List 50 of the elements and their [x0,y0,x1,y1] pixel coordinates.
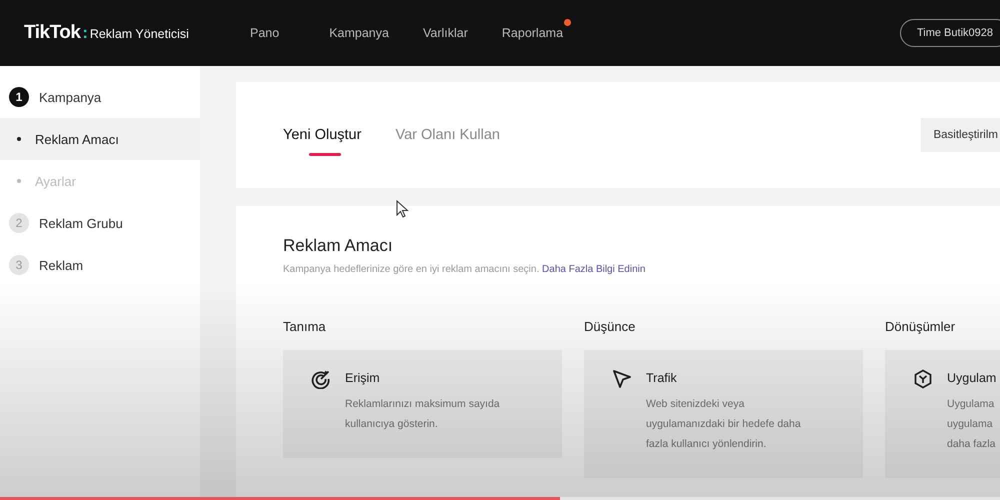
objective-option[interactable]: Uygulam Uygulama uygulama daha fazla [885,350,1000,478]
nav-link[interactable]: Raporlama [502,26,564,40]
bullet-icon [17,179,21,183]
nav-link[interactable]: Pano [250,26,280,40]
section-title: Reklam Amacı [283,236,394,256]
option-description: kullanıcıya gösterin. [345,417,439,432]
group-heading: Tanıma [283,319,327,334]
option-description: uygulama [947,417,994,432]
section-description: Kampanya hedeflerinize göre en iyi reklam amacını seçin. [283,264,540,275]
video-progress-bar[interactable] [0,497,1000,500]
pointer-icon [612,369,632,389]
option-description: fazla kullanıcı yönlendirin. [646,437,768,452]
option-title: Trafik [646,371,678,385]
mode-button[interactable]: Basitleştirilm [921,118,1000,152]
nav-link[interactable]: Varlıklar [422,26,468,40]
substep-label: Reklam Amacı [35,132,119,146]
step-number: 1 [9,87,29,107]
nav-link[interactable]: Kampanya [329,26,389,40]
group-heading: Düşünce [584,319,636,334]
substep-item[interactable]: Reklam Amacı [0,118,200,160]
option-description: Web sitenizdeki veya [646,397,746,412]
option-title: Uygulam [947,371,996,385]
option-description: Reklamlarınızı maksimum sayıda [345,397,500,412]
option-title: Erişim [345,371,381,385]
step-label: Reklam [39,258,84,272]
step-number: 3 [9,255,29,275]
logo: TikTok [24,22,80,44]
bullet-icon [17,137,21,141]
step-item[interactable]: 1 Kampanya [0,76,200,118]
objective-option[interactable]: Erişim Reklamlarınızı maksimum sayıda kullanıcıya gösterin. [283,350,562,458]
step-label: Reklam Grubu [39,216,123,230]
account-button[interactable]: Time Butik0928 [900,19,1000,47]
step-number: 2 [9,213,29,233]
group-heading: Dönüşümler [885,319,956,334]
hexagon-icon [913,369,933,389]
tab[interactable]: Var Olanı Kullan [395,121,500,149]
option-description: Uygulama [947,397,996,412]
substep-label: Ayarlar [35,174,76,188]
learn-more-link[interactable]: Daha Fazla Bilgi Edinin [542,264,646,275]
option-description: daha fazla [947,437,996,452]
tab[interactable]: Yeni Oluştur [283,121,362,149]
step-item[interactable]: 3 Reklam [0,244,200,286]
target-icon [311,369,331,389]
product-name: Reklam Yöneticisi [90,27,189,41]
logo-separator: : [82,25,88,43]
step-item[interactable]: 2 Reklam Grubu [0,202,200,244]
step-label: Kampanya [39,90,102,104]
tab-underline [309,153,341,156]
option-description: uygulamanızdaki bir hedefe daha [646,417,801,432]
objective-option[interactable]: Trafik Web sitenizdeki veya uygulamanızdaki bir hedefe daha fazla kullanıcı yönlendirin. [584,350,863,478]
